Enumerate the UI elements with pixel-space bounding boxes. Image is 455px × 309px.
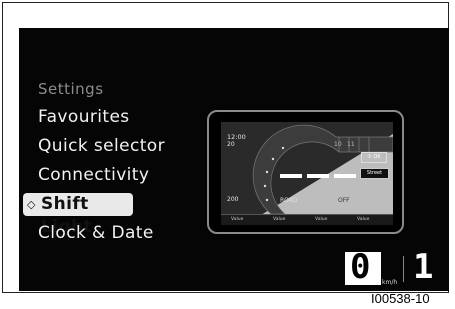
preview-mode-road: ROAD: [280, 197, 298, 204]
selection-marker-icon: ◇: [27, 198, 36, 211]
shift-light-preview: 12:00 20 10 11 200 ① OK Street ROAD OFF …: [207, 110, 404, 234]
menu-item-connectivity[interactable]: Connectivity: [38, 165, 149, 185]
preview-rpm-tick: 11: [347, 141, 355, 148]
street-mode-badge: Street: [360, 168, 389, 179]
footer-value: Value: [315, 217, 328, 222]
menu-item-quick-selector[interactable]: Quick selector: [38, 136, 165, 156]
figure-reference: I00538-10: [371, 291, 430, 306]
menu-item-shift-light[interactable]: ◇ Shift Light: [23, 193, 133, 237]
shift-light-bar: [334, 174, 356, 178]
preview-clock: 12:00: [227, 133, 246, 141]
dashboard-preview: 12:00 20 10 11 200 ① OK Street ROAD OFF …: [221, 122, 393, 225]
menu-header: Settings: [38, 80, 104, 98]
menu-item-clock-date[interactable]: Clock & Date: [38, 223, 154, 243]
footer-value: Value: [273, 217, 286, 222]
preview-temp: 20: [227, 141, 235, 148]
speed-unit: km/h: [382, 279, 398, 286]
shift-light-bar: [307, 174, 329, 178]
preview-rpm-tick: 10: [334, 141, 342, 148]
gear-indicator: 1: [413, 247, 434, 287]
footer-value: Value: [357, 217, 370, 222]
shift-light-bar: [280, 174, 302, 178]
preview-footer: Value Value Value Value: [221, 214, 393, 225]
preview-mode-off: OFF: [338, 197, 350, 204]
menu-item-favourites[interactable]: Favourites: [38, 107, 130, 127]
speed-readout: 0: [350, 247, 371, 287]
status-divider: [403, 256, 404, 282]
preview-limit: 200: [227, 196, 239, 203]
footer-value: Value: [231, 217, 244, 222]
status-badge: ① OK: [361, 152, 387, 163]
